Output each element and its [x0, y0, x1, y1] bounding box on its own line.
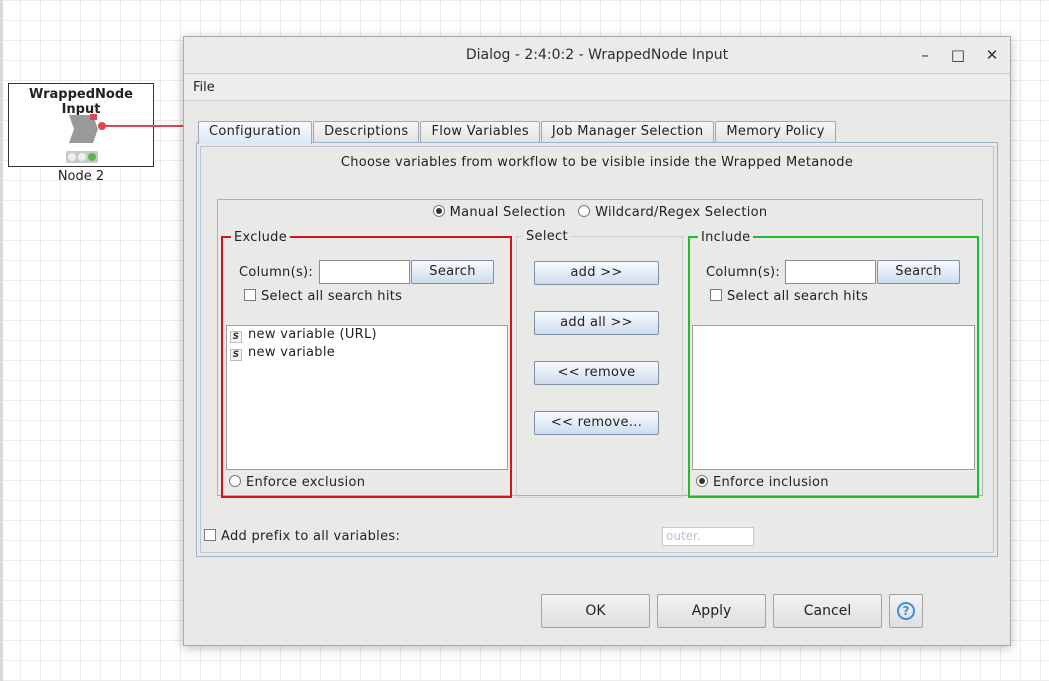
- manual-selection-label: Manual Selection: [449, 205, 566, 220]
- select-title: Select: [523, 229, 571, 244]
- string-variable-icon: S: [230, 349, 242, 361]
- exclude-search-input[interactable]: [319, 260, 410, 284]
- canvas-edge: [0, 0, 3, 681]
- wildcard-radio[interactable]: [578, 205, 591, 217]
- exclude-column-label: Column(s):: [239, 265, 314, 280]
- node-status-light: [66, 151, 98, 163]
- enforce-exclusion-label: Enforce exclusion: [246, 475, 366, 490]
- tab-configuration[interactable]: Configuration: [198, 121, 313, 144]
- tab-bar: Configuration Descriptions Flow Variable…: [198, 121, 837, 144]
- apply-button[interactable]: Apply: [657, 594, 766, 628]
- prefix-label: Add prefix to all variables:: [221, 529, 401, 544]
- remove-all-button[interactable]: << remove...: [534, 411, 659, 435]
- selection-mode: Manual Selection Wildcard/Regex Selectio…: [218, 205, 982, 220]
- dialog-window: Dialog - 2:4:0:2 - WrappedNode Input – □…: [183, 36, 1011, 646]
- list-item-label: new variable (URL): [248, 327, 377, 342]
- include-select-all[interactable]: Select all search hits: [710, 289, 868, 304]
- ok-button[interactable]: OK: [541, 594, 650, 628]
- variable-filter: Manual Selection Wildcard/Regex Selectio…: [217, 199, 983, 498]
- node-label: Node 2: [57, 169, 105, 184]
- enforce-exclusion-option[interactable]: Enforce exclusion: [229, 475, 365, 490]
- include-select-all-checkbox[interactable]: [710, 289, 722, 301]
- prefix-checkbox[interactable]: [204, 529, 216, 541]
- maximize-icon[interactable]: □: [949, 46, 967, 64]
- include-group: Include Column(s): Search Select all sea…: [688, 230, 979, 498]
- include-search-button[interactable]: Search: [877, 260, 960, 284]
- connection-line: [101, 125, 185, 127]
- string-variable-icon: S: [230, 331, 242, 343]
- prefix-input[interactable]: outer.: [662, 527, 754, 546]
- enforce-exclusion-radio[interactable]: [229, 475, 241, 487]
- include-search-input[interactable]: [785, 260, 876, 284]
- wildcard-selection-label: Wildcard/Regex Selection: [595, 205, 768, 220]
- manual-selection-option[interactable]: Manual Selection: [432, 205, 566, 220]
- exclude-search-button[interactable]: Search: [411, 260, 494, 284]
- node-input-icon: [69, 114, 98, 143]
- include-column-label: Column(s):: [706, 265, 781, 280]
- exclude-select-all[interactable]: Select all search hits: [244, 289, 402, 304]
- minimize-icon[interactable]: –: [916, 46, 934, 64]
- menu-file[interactable]: File: [193, 80, 215, 95]
- tab-memory-policy[interactable]: Memory Policy: [715, 121, 836, 143]
- menubar: File: [184, 75, 1010, 101]
- select-group: Select add >> add all >> << remove << re…: [516, 229, 683, 498]
- exclude-title: Exclude: [231, 230, 291, 245]
- exclude-select-all-label: Select all search hits: [261, 289, 403, 304]
- enforce-inclusion-radio[interactable]: [696, 475, 708, 487]
- enforce-inclusion-option[interactable]: Enforce inclusion: [696, 475, 829, 490]
- list-item-label: new variable: [248, 345, 336, 360]
- add-button[interactable]: add >>: [534, 261, 659, 285]
- cancel-button[interactable]: Cancel: [773, 594, 882, 628]
- panel-heading: Choose variables from workflow to be vis…: [340, 155, 854, 170]
- tab-flow-variables[interactable]: Flow Variables: [420, 121, 540, 143]
- add-all-button[interactable]: add all >>: [534, 311, 659, 335]
- include-title: Include: [698, 230, 754, 245]
- remove-button[interactable]: << remove: [534, 361, 659, 385]
- titlebar[interactable]: Dialog - 2:4:0:2 - WrappedNode Input – □…: [184, 37, 1010, 74]
- manual-radio[interactable]: [432, 205, 445, 217]
- close-icon[interactable]: ✕: [983, 46, 1001, 64]
- exclude-list[interactable]: Snew variable (URL) Snew variable: [226, 325, 508, 470]
- exclude-select-all-checkbox[interactable]: [244, 289, 256, 301]
- help-button[interactable]: ?: [889, 594, 923, 628]
- list-item[interactable]: Snew variable (URL): [227, 326, 507, 344]
- exclude-group: Exclude Column(s): Search Select all sea…: [221, 230, 512, 498]
- list-item[interactable]: Snew variable: [227, 344, 507, 362]
- wildcard-selection-option[interactable]: Wildcard/Regex Selection: [578, 205, 767, 220]
- prefix-option[interactable]: Add prefix to all variables:: [204, 529, 400, 544]
- enforce-inclusion-label: Enforce inclusion: [713, 475, 829, 490]
- tab-job-manager-selection[interactable]: Job Manager Selection: [540, 121, 715, 143]
- tab-descriptions[interactable]: Descriptions: [313, 121, 420, 143]
- configuration-panel: Choose variables from workflow to be vis…: [196, 142, 998, 557]
- include-select-all-label: Select all search hits: [727, 289, 869, 304]
- include-list[interactable]: [692, 325, 975, 470]
- dialog-title: Dialog - 2:4:0:2 - WrappedNode Input: [465, 47, 729, 63]
- panel-inner: Choose variables from workflow to be vis…: [200, 146, 994, 553]
- help-icon: ?: [897, 602, 915, 620]
